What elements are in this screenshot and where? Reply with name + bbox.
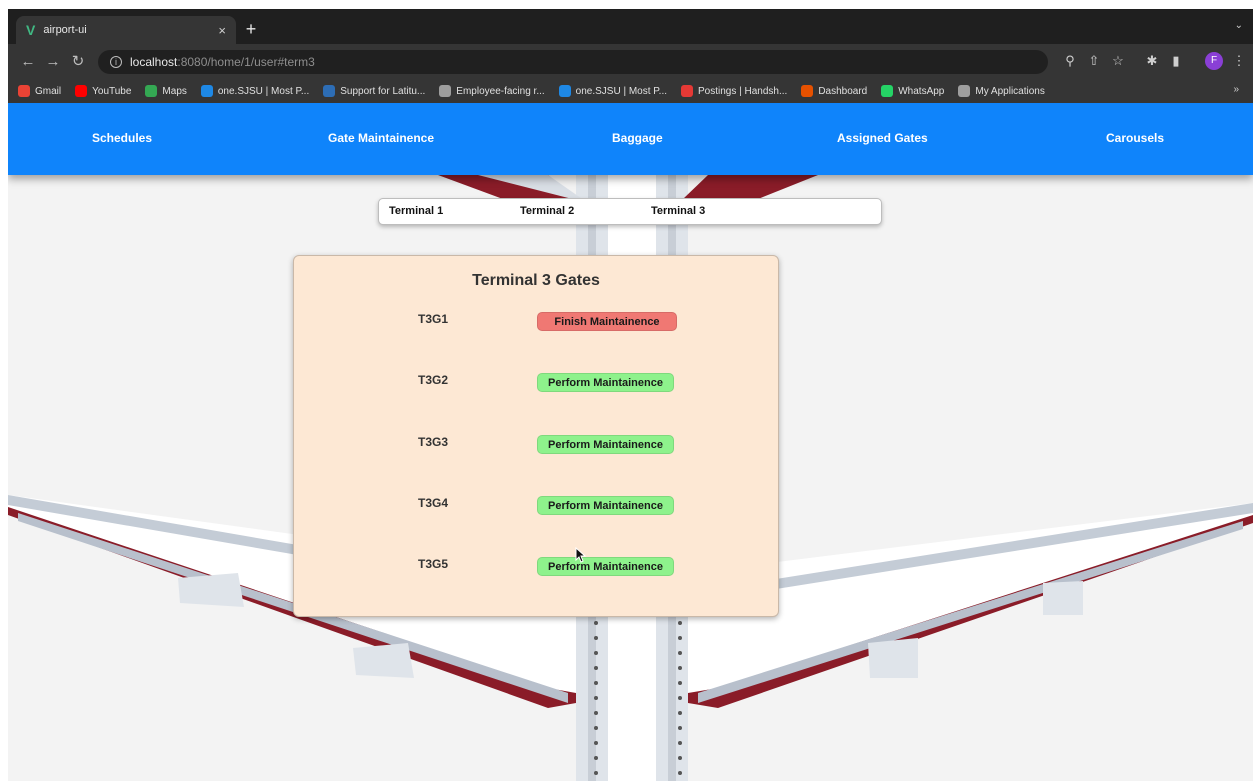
- bookmark-item[interactable]: one.SJSU | Most P...: [200, 85, 310, 97]
- bookmark-item[interactable]: WhatsApp: [881, 85, 944, 97]
- zoom-icon[interactable]: ⚲: [1061, 52, 1079, 70]
- perform-maintainence-button[interactable]: Perform Maintainence: [537, 496, 674, 515]
- bookmark-favicon-icon: [439, 85, 452, 97]
- bookmark-favicon-icon: [75, 85, 88, 97]
- bookmark-label: My Applications: [975, 85, 1045, 97]
- vue-logo-icon: V: [26, 22, 36, 38]
- gates-card-title: Terminal 3 Gates: [472, 272, 600, 289]
- tab-search-icon[interactable]: ⌄: [1235, 20, 1243, 31]
- bookmark-item[interactable]: My Applications: [958, 85, 1045, 97]
- gates-card: Terminal 3 Gates T3G1 Finish Maintainenc…: [293, 255, 779, 617]
- extensions-icon[interactable]: ✱: [1143, 52, 1161, 70]
- perform-maintainence-button[interactable]: Perform Maintainence: [537, 557, 674, 576]
- bookmark-label: one.SJSU | Most P...: [575, 85, 667, 97]
- app-navbar: Schedules Gate Maintainence Baggage Assi…: [8, 103, 1253, 175]
- bookmark-label: Dashboard: [818, 85, 868, 97]
- browser-toolbar: ← → ↻ i localhost :8080/home/1/user#term…: [8, 44, 1253, 79]
- bookmark-item[interactable]: Maps: [145, 85, 187, 97]
- bookmark-item[interactable]: Gmail: [18, 85, 61, 97]
- bookmark-favicon-icon: [145, 85, 158, 97]
- close-tab-icon[interactable]: ×: [218, 23, 226, 38]
- forward-icon[interactable]: →: [43, 52, 63, 72]
- gate-name: T3G5: [418, 557, 449, 571]
- bookmark-favicon-icon: [200, 85, 213, 97]
- browser-window: V airport-ui × + ⌄ ← → ↻ i localhost :80…: [8, 9, 1253, 781]
- bookmark-favicon-icon: [18, 85, 30, 97]
- perform-maintainence-button[interactable]: Perform Maintainence: [537, 435, 674, 454]
- bookmark-favicon-icon: [958, 85, 971, 97]
- bookmark-item[interactable]: Support for Latitu...: [323, 85, 425, 97]
- gate-row: T3G2 Perform Maintainence: [294, 373, 778, 397]
- share-icon[interactable]: ⇧: [1085, 52, 1103, 70]
- gate-row: T3G4 Perform Maintainence: [294, 496, 778, 520]
- bookmark-label: one.SJSU | Most P...: [217, 85, 310, 97]
- bookmark-label: Maps: [162, 85, 187, 97]
- nav-assigned-gates[interactable]: Assigned Gates: [837, 131, 928, 145]
- reload-icon[interactable]: ↻: [68, 52, 88, 72]
- bookmark-item[interactable]: Employee-facing r...: [439, 85, 545, 97]
- bookmark-favicon-icon: [881, 85, 894, 97]
- bookmark-item[interactable]: YouTube: [75, 85, 131, 97]
- bookmark-favicon-icon: [801, 85, 814, 97]
- bookmark-star-icon[interactable]: ☆: [1109, 52, 1127, 70]
- tab-bar: V airport-ui × + ⌄: [8, 9, 1253, 44]
- address-path: :8080/home/1/user#term3: [177, 55, 315, 69]
- gate-row: T3G1 Finish Maintainence: [294, 312, 778, 336]
- address-host: localhost: [130, 55, 178, 69]
- terminal-tabs: Terminal 1 Terminal 2 Terminal 3: [378, 198, 882, 225]
- gate-name: T3G1: [418, 312, 449, 326]
- perform-maintainence-button[interactable]: Perform Maintainence: [537, 373, 674, 392]
- page-viewport: Schedules Gate Maintainence Baggage Assi…: [8, 103, 1253, 781]
- tab-terminal-3[interactable]: Terminal 3: [651, 205, 705, 217]
- tab-terminal-1[interactable]: Terminal 1: [389, 205, 443, 217]
- bookmark-item[interactable]: Dashboard: [801, 85, 867, 97]
- gate-name: T3G4: [418, 496, 449, 510]
- top-strip: [0, 0, 1253, 9]
- bookmark-label: Postings | Handsh...: [698, 85, 788, 97]
- address-bar[interactable]: i localhost :8080/home/1/user#term3: [98, 50, 1048, 74]
- bookmark-favicon-icon: [323, 85, 336, 97]
- browser-tab[interactable]: V airport-ui ×: [16, 16, 236, 44]
- nav-gate-maintainence[interactable]: Gate Maintainence: [328, 131, 434, 145]
- gate-row: T3G5 Perform Maintainence: [294, 557, 778, 581]
- site-info-icon[interactable]: i: [110, 56, 122, 68]
- profile-avatar[interactable]: F: [1205, 52, 1223, 70]
- bookmark-label: Employee-facing r...: [456, 85, 545, 97]
- bookmark-label: WhatsApp: [898, 85, 945, 97]
- bookmark-item[interactable]: one.SJSU | Most P...: [558, 85, 667, 97]
- bookmark-favicon-icon: [681, 85, 693, 97]
- nav-baggage[interactable]: Baggage: [612, 131, 663, 145]
- tab-title: airport-ui: [43, 24, 87, 36]
- back-icon[interactable]: ←: [18, 52, 38, 72]
- bookmark-favicon-icon: [558, 85, 571, 97]
- nav-schedules[interactable]: Schedules: [92, 131, 152, 145]
- bookmark-label: YouTube: [92, 85, 132, 97]
- tab-terminal-2[interactable]: Terminal 2: [520, 205, 574, 217]
- bookmark-label: Support for Latitu...: [340, 85, 426, 97]
- gate-row: T3G3 Perform Maintainence: [294, 435, 778, 459]
- finish-maintainence-button[interactable]: Finish Maintainence: [537, 312, 677, 331]
- new-tab-icon[interactable]: +: [240, 18, 262, 40]
- gate-name: T3G3: [418, 435, 449, 449]
- bookmark-label: Gmail: [35, 85, 62, 97]
- bookmark-item[interactable]: Postings | Handsh...: [681, 85, 787, 97]
- nav-carousels[interactable]: Carousels: [1106, 131, 1164, 145]
- browser-menu-icon[interactable]: ⋮: [1230, 52, 1248, 70]
- mouse-cursor-icon: [575, 547, 587, 563]
- bookmarks-overflow-icon[interactable]: »: [1233, 84, 1239, 95]
- gate-name: T3G2: [418, 373, 449, 387]
- side-panel-icon[interactable]: ▮: [1167, 52, 1185, 70]
- bookmarks-bar: Gmail YouTube Maps one.SJSU | Most P... Supp…: [8, 79, 1253, 103]
